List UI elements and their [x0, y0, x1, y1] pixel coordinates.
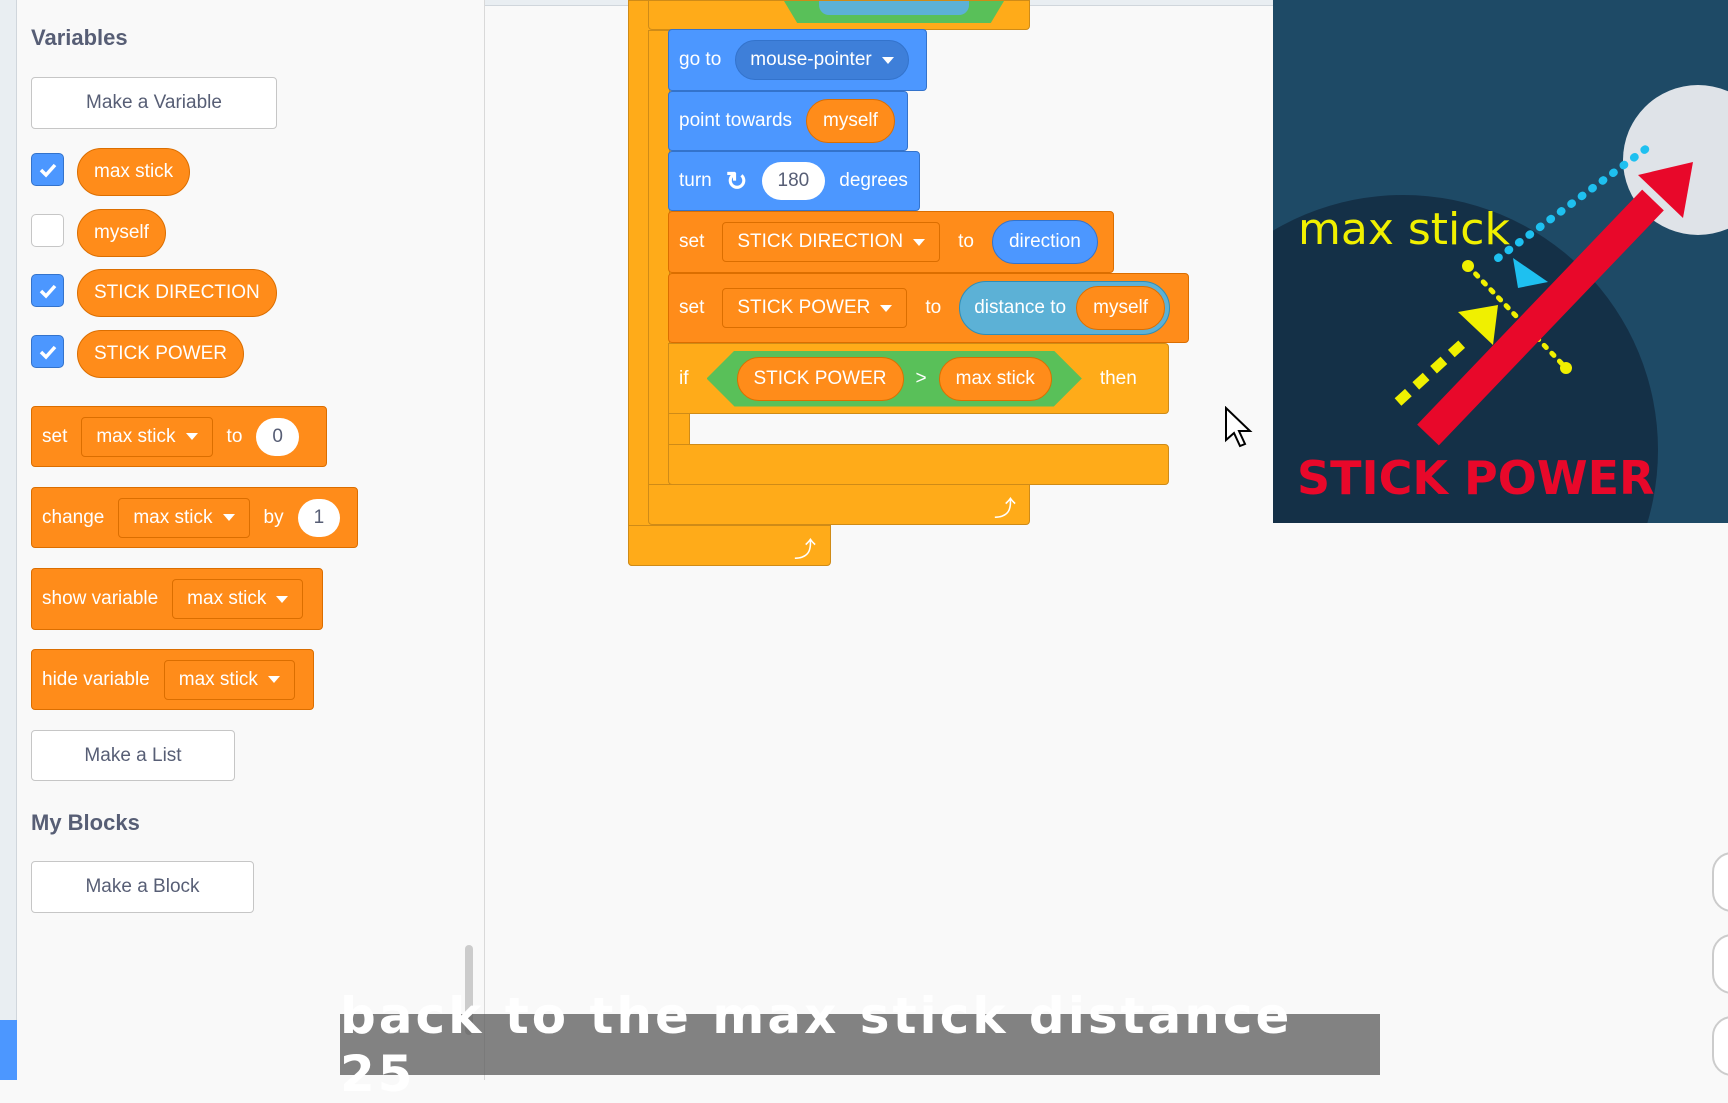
loop-arrow-icon: ⤴ [994, 496, 1017, 521]
sensing-reporter [819, 1, 969, 15]
direction-reporter[interactable]: direction [991, 220, 1098, 264]
dropdown-value: max stick [187, 588, 267, 609]
change-variable-block[interactable]: change max stick by 1 [31, 487, 358, 548]
go-to-block[interactable]: go to mouse-pointer [668, 29, 927, 91]
set-stick-direction-block[interactable]: set STICK DIRECTION to direction [668, 211, 1114, 273]
dropdown-value: STICK POWER [737, 297, 871, 318]
mouse-cursor-icon [1225, 406, 1253, 448]
variable-dropdown[interactable]: max stick [163, 659, 295, 700]
block-label: set [679, 231, 705, 252]
value-input[interactable]: 0 [256, 417, 299, 456]
show-variable-block[interactable]: show variable max stick [31, 568, 323, 630]
variable-reporter[interactable]: STICK POWER [77, 330, 245, 378]
max-stick-reporter[interactable]: max stick [939, 357, 1052, 401]
variable-dropdown[interactable]: max stick [81, 416, 213, 457]
variable-checkbox[interactable] [31, 153, 64, 186]
loop-arrow-icon: ⤴ [794, 537, 817, 562]
stick-power-reporter[interactable]: STICK POWER [737, 357, 904, 401]
forever-block-bottom[interactable]: ⤴ [628, 525, 831, 566]
variable-checkbox[interactable] [31, 274, 64, 307]
chevron-down-icon [267, 676, 280, 683]
block-label: go to [679, 49, 722, 70]
variable-dropdown[interactable]: max stick [172, 579, 304, 619]
repeat-block-bottom[interactable]: ⤴ [648, 484, 1030, 525]
stage-diagram: max stick STICK POWER [1273, 0, 1728, 523]
variable-dropdown[interactable]: STICK POWER [722, 288, 908, 328]
set-stick-power-block[interactable]: set STICK POWER to distance to myself [668, 273, 1189, 343]
set-variable-block[interactable]: set max stick to 0 [31, 406, 327, 467]
zoom-reset-button[interactable] [1712, 1016, 1728, 1076]
make-block-button[interactable]: Make a Block [31, 861, 254, 913]
max-stick-label: max stick [1298, 204, 1510, 255]
operator-symbol: > [915, 367, 927, 389]
dropdown-value: max stick [178, 668, 258, 690]
chevron-down-icon [880, 304, 893, 312]
chevron-down-icon [222, 514, 235, 521]
block-label: hide variable [42, 668, 150, 690]
block-label: show variable [42, 588, 159, 609]
block-label: by [263, 506, 284, 528]
variable-dropdown[interactable]: STICK DIRECTION [722, 222, 941, 262]
variable-checkbox[interactable] [31, 214, 64, 247]
degrees-input[interactable]: 180 [761, 162, 826, 200]
repeat-block-top[interactable] [648, 0, 1030, 30]
variable-reporter[interactable]: max stick [77, 148, 191, 196]
block-label: change [42, 506, 105, 528]
zoom-in-button[interactable] [1712, 852, 1728, 912]
rotate-clockwise-icon: ↻ [725, 165, 748, 196]
block-label: distance to [974, 297, 1067, 318]
dropdown-value: max stick [96, 425, 176, 447]
checkmark-icon [39, 345, 56, 360]
my-blocks-heading: My Blocks [31, 810, 140, 835]
block-label: set [679, 297, 705, 318]
block-label: turn [679, 170, 712, 191]
stick-power-label: STICK POWER [1297, 451, 1654, 505]
target-dropdown[interactable]: mouse-pointer [735, 40, 909, 80]
block-label: degrees [839, 170, 908, 191]
chevron-down-icon [913, 238, 926, 246]
block-label: then [1099, 367, 1137, 389]
variable-reporter[interactable]: STICK DIRECTION [77, 269, 277, 317]
greater-than-operator[interactable]: STICK POWER > max stick [707, 351, 1082, 407]
checkmark-icon [39, 284, 56, 299]
value-input[interactable]: 1 [297, 498, 341, 537]
variable-dropdown[interactable]: max stick [118, 497, 250, 538]
target-dropdown[interactable]: myself [806, 99, 895, 143]
distance-to-reporter[interactable]: distance to myself [959, 281, 1171, 335]
variables-heading: Variables [31, 25, 128, 50]
target-dropdown[interactable]: myself [1076, 286, 1166, 330]
repeat-block-arm [648, 30, 670, 486]
chevron-down-icon [881, 56, 894, 64]
block-label: to [226, 425, 243, 447]
make-variable-button[interactable]: Make a Variable [31, 77, 277, 129]
hide-variable-block[interactable]: hide variable max stick [31, 649, 314, 710]
block-label: if [679, 367, 689, 389]
dropdown-value: STICK DIRECTION [737, 231, 904, 252]
zoom-out-button[interactable] [1712, 934, 1728, 994]
variable-reporter[interactable]: myself [77, 209, 166, 257]
video-caption: back to the max stick distance 25 [340, 987, 1380, 1103]
variable-checkbox[interactable] [31, 335, 64, 368]
checkmark-icon [39, 163, 56, 178]
dropdown-value: max stick [133, 506, 213, 528]
turn-block[interactable]: turn ↻ 180 degrees [668, 151, 920, 211]
chevron-down-icon [276, 595, 289, 603]
block-label: point towards [679, 110, 793, 131]
chevron-down-icon [185, 433, 198, 440]
make-list-button[interactable]: Make a List [31, 730, 235, 781]
point-towards-block[interactable]: point towards myself [668, 91, 908, 151]
dropdown-value: mouse-pointer [750, 49, 872, 70]
if-block-bottom[interactable] [668, 444, 1169, 485]
block-label: set [42, 425, 68, 447]
category-strip [0, 0, 17, 1080]
add-extension-button[interactable] [0, 1020, 17, 1080]
block-label: to [925, 297, 942, 318]
block-label: to [958, 231, 974, 252]
if-block-arm [668, 413, 690, 445]
if-block[interactable]: if STICK POWER > max stick then [668, 343, 1169, 414]
